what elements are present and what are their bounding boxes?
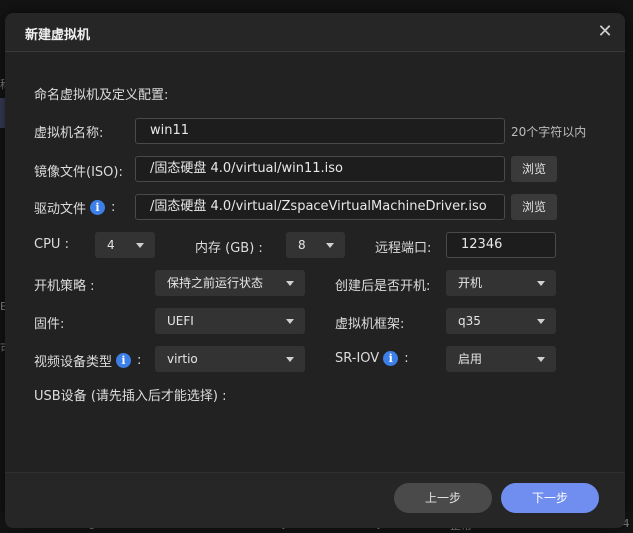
machine-type-select[interactable]: q35 bbox=[446, 308, 556, 334]
video-type-label: 视频设备类型 i : bbox=[34, 351, 141, 370]
machine-type-label: 虚拟机框架: bbox=[335, 317, 405, 332]
sriov-value: 启用 bbox=[458, 352, 483, 366]
dialog-title: 新建虚拟机 bbox=[25, 28, 91, 43]
driver-file-colon: : bbox=[111, 200, 116, 215]
autostart-value: 开机 bbox=[458, 276, 483, 290]
machine-type-value: q35 bbox=[458, 314, 481, 328]
sriov-colon: : bbox=[404, 351, 409, 366]
memory-select[interactable]: 8 bbox=[286, 232, 345, 258]
firmware-value: UEFI bbox=[167, 314, 194, 328]
dialog-header: 新建虚拟机 ✕ bbox=[5, 13, 625, 52]
boot-policy-select[interactable]: 保持之前运行状态 bbox=[155, 270, 305, 296]
driver-file-label-text: 驱动文件 bbox=[34, 202, 87, 217]
vm-name-hint: 20个字符以内 bbox=[511, 125, 587, 139]
firmware-select[interactable]: UEFI bbox=[155, 308, 305, 334]
memory-value: 8 bbox=[298, 238, 306, 252]
driver-file-input[interactable]: /固态硬盘 4.0/virtual/ZspaceVirtualMachineDr… bbox=[135, 194, 505, 220]
boot-policy-label: 开机策略 : bbox=[34, 279, 95, 294]
info-icon[interactable]: i bbox=[116, 353, 132, 368]
remote-port-input[interactable]: 12346 bbox=[446, 232, 556, 258]
memory-label: 内存 (GB) : bbox=[195, 241, 263, 256]
chevron-down-icon bbox=[286, 319, 294, 324]
driver-file-label: 驱动文件 i : bbox=[34, 198, 115, 217]
sriov-label: SR-IOV i : bbox=[335, 351, 409, 366]
video-type-colon: : bbox=[137, 353, 142, 368]
cpu-label: CPU : bbox=[34, 237, 69, 252]
firmware-label: 固件: bbox=[34, 317, 65, 332]
vm-name-input[interactable]: win11 bbox=[135, 118, 505, 144]
section-title: 命名虚拟机及定义配置: bbox=[34, 88, 169, 103]
sriov-label-text: SR-IOV bbox=[335, 351, 380, 366]
info-icon[interactable]: i bbox=[383, 351, 399, 366]
image-file-browse-button[interactable]: 浏览 bbox=[511, 156, 557, 182]
info-icon[interactable]: i bbox=[90, 200, 106, 215]
autostart-select[interactable]: 开机 bbox=[446, 270, 556, 296]
video-type-value: virtio bbox=[167, 352, 198, 366]
prev-button[interactable]: 上一步 bbox=[394, 483, 492, 513]
next-button[interactable]: 下一步 bbox=[501, 483, 599, 513]
chevron-down-icon bbox=[537, 281, 545, 286]
driver-file-browse-button[interactable]: 浏览 bbox=[511, 194, 557, 220]
chevron-down-icon bbox=[537, 319, 545, 324]
create-vm-dialog: 新建虚拟机 ✕ 命名虚拟机及定义配置: 虚拟机名称: win11 20个字符以内… bbox=[5, 13, 625, 528]
dialog-footer: 上一步 下一步 bbox=[5, 472, 625, 528]
image-file-label: 镜像文件(ISO): bbox=[34, 165, 123, 180]
boot-policy-value: 保持之前运行状态 bbox=[167, 276, 264, 290]
close-icon[interactable]: ✕ bbox=[595, 22, 615, 42]
image-file-input[interactable]: /固态硬盘 4.0/virtual/win11.iso bbox=[135, 156, 505, 182]
video-type-select[interactable]: virtio bbox=[155, 346, 305, 372]
video-type-label-text: 视频设备类型 bbox=[34, 355, 113, 370]
chevron-down-icon bbox=[286, 357, 294, 362]
dialog-body: 命名虚拟机及定义配置: 虚拟机名称: win11 20个字符以内 镜像文件(IS… bbox=[5, 52, 625, 472]
remote-port-label: 远程端口: bbox=[375, 241, 432, 256]
chevron-down-icon bbox=[537, 357, 545, 362]
sriov-select[interactable]: 启用 bbox=[446, 346, 556, 372]
chevron-down-icon bbox=[286, 281, 294, 286]
autostart-label: 创建后是否开机: bbox=[335, 279, 431, 294]
chevron-down-icon bbox=[136, 243, 144, 248]
chevron-down-icon bbox=[326, 243, 334, 248]
vm-name-label: 虚拟机名称: bbox=[34, 126, 104, 141]
cpu-select[interactable]: 4 bbox=[95, 232, 155, 258]
usb-label: USB设备 (请先插入后才能选择) : bbox=[34, 389, 227, 404]
cpu-value: 4 bbox=[107, 238, 115, 252]
